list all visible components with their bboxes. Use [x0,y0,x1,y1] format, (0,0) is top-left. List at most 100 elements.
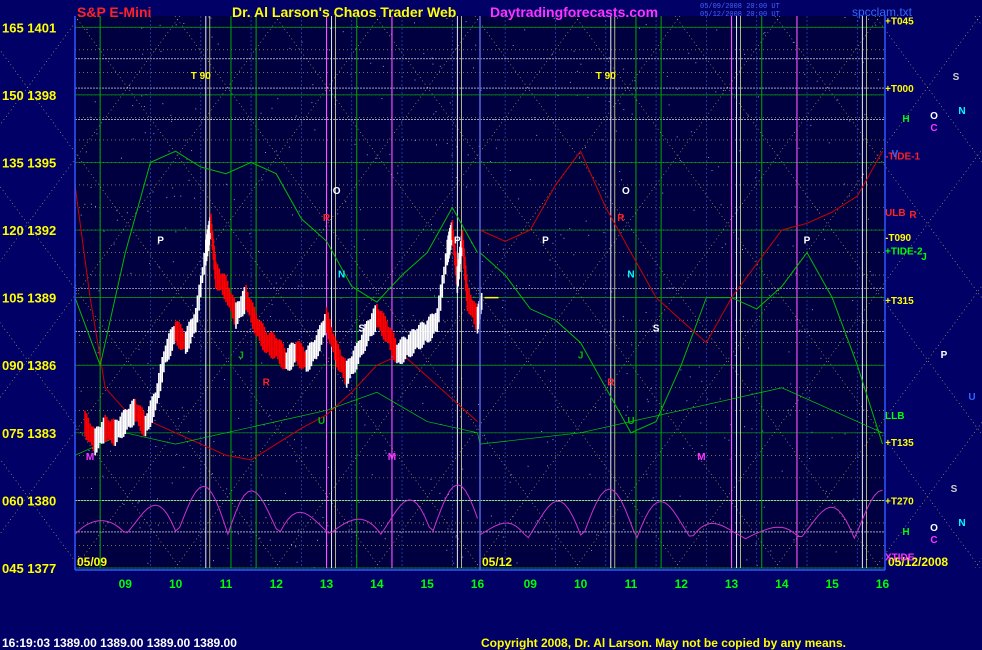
grid-speckle [444,321,446,323]
grid-speckle [634,80,636,82]
side-letter: O [930,111,938,122]
grid-speckle [862,322,864,324]
side-letter: U [968,392,975,403]
grid-speckle [430,478,432,480]
grid-speckle [645,24,647,26]
grid-speckle [212,455,214,457]
grid-speckle [358,501,360,503]
grid-speckle [608,101,610,103]
grid-speckle [852,300,854,301]
grid-speckle [792,42,794,43]
grid-speckle [213,441,215,443]
grid-speckle [200,346,202,348]
grid-speckle [435,111,437,113]
grid-speckle [350,73,352,75]
grid-speckle [147,210,149,212]
grid-speckle [322,517,324,518]
grid-speckle [86,28,88,30]
x-hour-label: 15 [825,577,839,591]
grid-speckle [551,548,553,550]
side-letter: N [958,106,965,117]
x-hour-label: 12 [270,577,284,591]
chart-annotation: O [622,186,630,197]
grid-speckle [594,407,596,409]
grid-speckle [381,525,382,527]
grid-speckle [552,439,554,441]
grid-speckle [848,195,850,197]
grid-speckle [794,206,796,208]
grid-speckle [171,120,173,122]
grid-speckle [414,22,415,24]
grid-speckle [192,304,194,306]
grid-speckle [175,24,177,26]
grid-speckle [385,452,387,454]
x-date-label: 05/12 [482,555,512,569]
grid-speckle [729,458,731,460]
grid-speckle [258,250,260,252]
grid-speckle [280,277,282,279]
grid-speckle [188,431,190,432]
grid-speckle [719,398,721,400]
grid-speckle [98,290,100,292]
grid-speckle [579,156,581,158]
grid-speckle [342,31,344,33]
right-axis-label: XTIDE [885,553,915,564]
grid-speckle [689,376,691,378]
grid-speckle [847,501,849,503]
grid-speckle [509,170,511,171]
grid-speckle [608,57,610,59]
grid-speckle [88,450,90,451]
grid-speckle [141,27,143,29]
grid-speckle [645,312,647,313]
grid-speckle [788,351,790,353]
grid-speckle [488,244,489,246]
grid-speckle [631,344,633,346]
grid-speckle [147,362,149,364]
grid-speckle [549,259,551,261]
grid-speckle [185,227,187,229]
grid-speckle [700,422,702,424]
grid-speckle [680,369,682,371]
chart-title: Dr. Al Larson's Chaos Trader Web [232,4,457,20]
instrument-label: S&P E-Mini [77,4,152,20]
grid-speckle [862,61,864,63]
grid-speckle [84,203,86,205]
grid-speckle [843,183,845,185]
grid-speckle [102,475,104,477]
grid-speckle [497,139,499,141]
grid-speckle [707,157,709,158]
grid-speckle [854,73,856,75]
grid-speckle [502,536,504,538]
grid-speckle [210,17,212,19]
grid-speckle [359,209,361,211]
grid-speckle [151,341,153,343]
grid-speckle [612,523,614,525]
grid-speckle [152,367,154,369]
grid-speckle [296,460,298,462]
grid-speckle [837,99,839,101]
grid-speckle [447,528,449,530]
grid-speckle [183,23,185,24]
grid-speckle [396,498,398,500]
chart-annotation: P [157,236,164,247]
grid-speckle [172,512,174,514]
grid-speckle [178,418,180,420]
grid-speckle [790,383,792,385]
grid-speckle [601,139,603,141]
grid-speckle [85,151,87,153]
grid-speckle [585,146,586,148]
grid-speckle [808,397,810,399]
grid-speckle [462,468,464,470]
grid-speckle [816,80,818,82]
grid-speckle [711,170,713,171]
grid-speckle [354,143,356,145]
grid-speckle [176,453,178,455]
site-link[interactable]: Daytradingforecasts.com [490,4,658,20]
grid-speckle [809,390,811,392]
grid-speckle [328,466,329,468]
grid-speckle [619,171,621,172]
grid-speckle [185,139,187,141]
grid-speckle [436,144,437,146]
grid-speckle [494,119,496,121]
grid-speckle [747,114,749,116]
